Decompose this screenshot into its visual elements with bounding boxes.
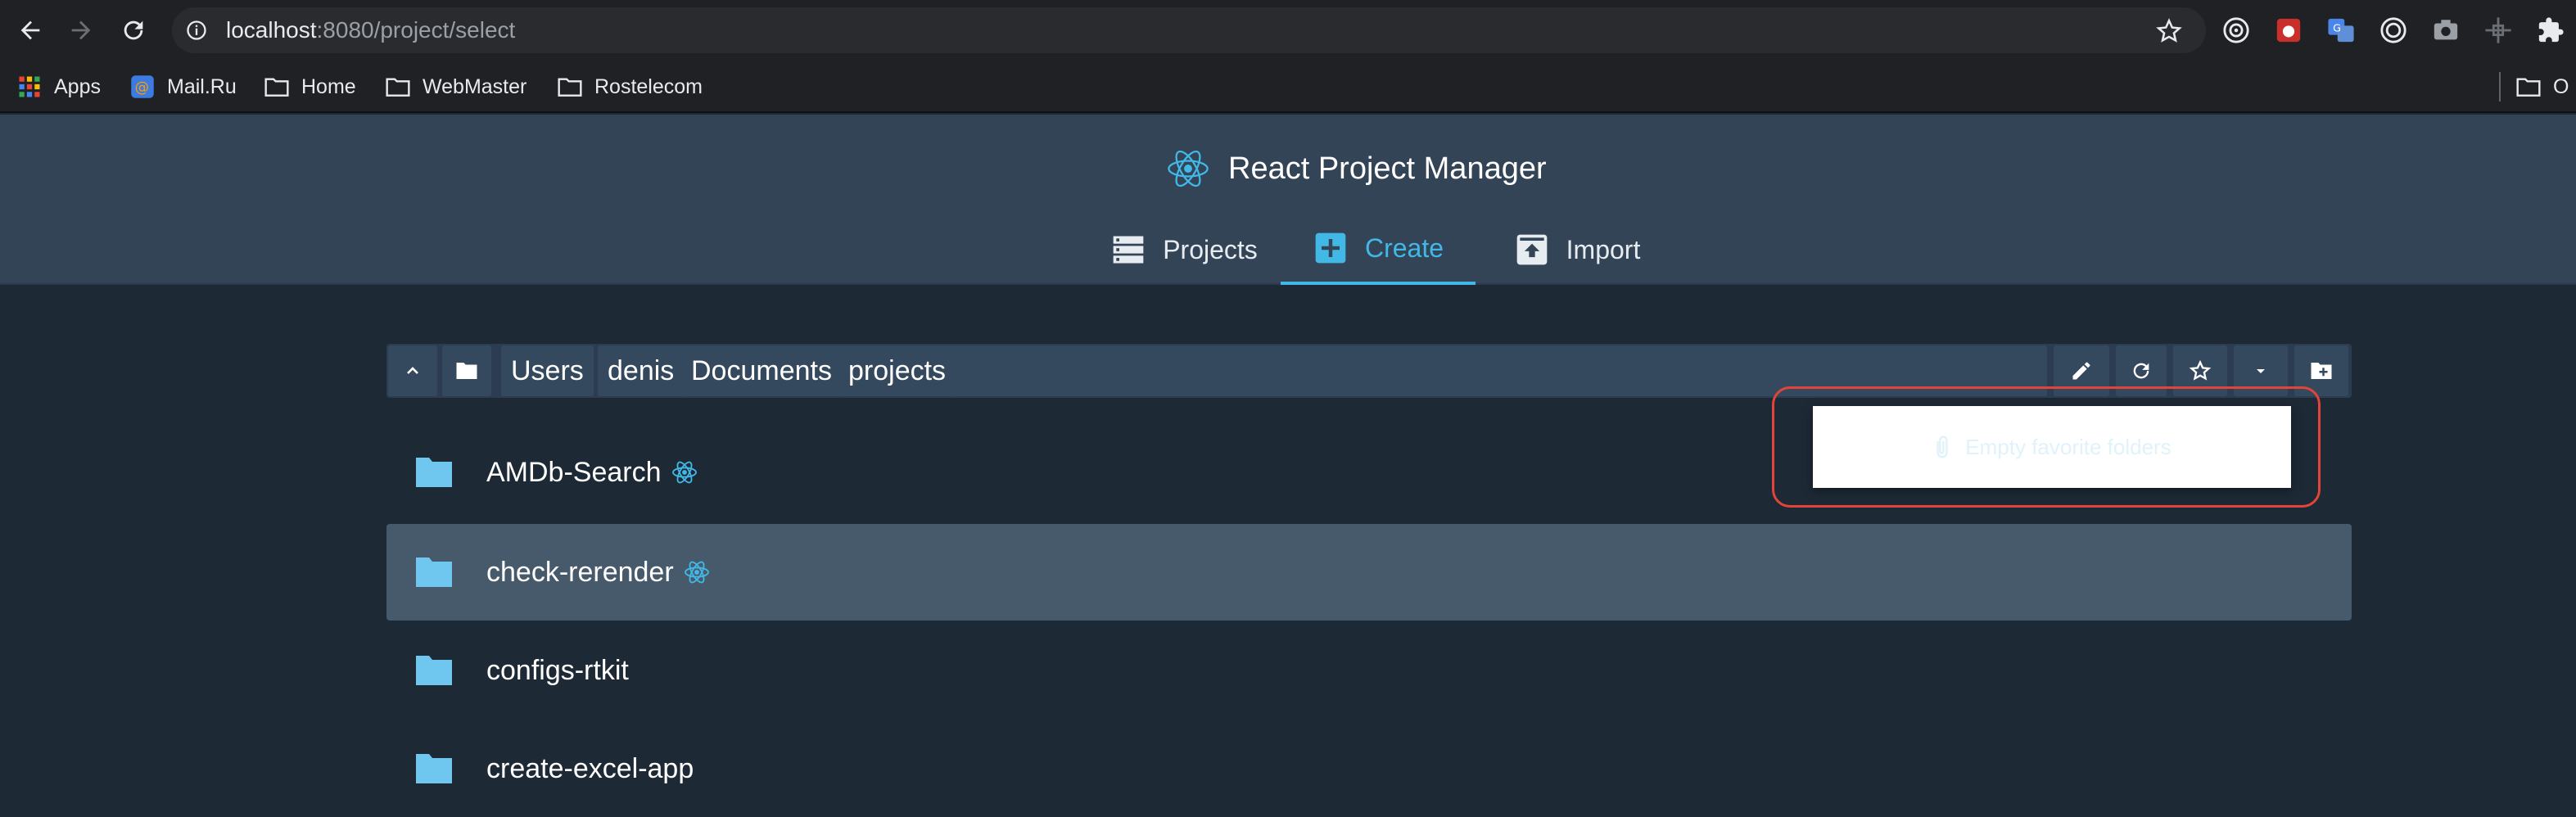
bookmark-label: Apps — [54, 74, 101, 98]
new-folder-button[interactable] — [2294, 345, 2348, 396]
extension-bug-icon[interactable] — [2273, 15, 2304, 46]
svg-text:G: G — [2333, 22, 2341, 34]
star-outline-icon — [2189, 359, 2212, 381]
folder-icon — [416, 656, 452, 685]
folder-icon — [416, 458, 452, 487]
extension-target-icon[interactable] — [2221, 15, 2252, 46]
breadcrumb-users[interactable]: Users — [501, 345, 594, 396]
favorites-empty-message: Empty favorite folders — [1932, 434, 2172, 460]
breadcrumb-documents[interactable]: Documents — [681, 345, 842, 396]
tab-create[interactable]: Create — [1281, 214, 1476, 285]
tab-projects[interactable]: Projects — [1089, 214, 1279, 285]
paperclip-icon — [1937, 436, 1948, 458]
favorites-dropdown: Empty favorite folders — [1813, 406, 2291, 488]
refresh-icon — [2133, 363, 2149, 379]
url-text: localhost:8080/project/select — [226, 16, 515, 45]
app-title: React Project Manager — [1228, 151, 1547, 186]
url-host: localhost — [226, 17, 317, 43]
forward-button[interactable] — [59, 8, 103, 52]
breadcrumb-filler — [953, 345, 2047, 396]
parent-folder-button[interactable] — [388, 345, 437, 396]
favorites-empty-text: Empty favorite folders — [1965, 434, 2172, 459]
tab-label: Projects — [1163, 234, 1258, 264]
caret-down-icon — [2257, 369, 2265, 373]
root-folder-button[interactable] — [442, 345, 491, 396]
react-logo-icon — [1168, 150, 1209, 187]
reload-button[interactable] — [111, 8, 156, 52]
react-project-icon — [671, 461, 697, 484]
tab-label: Create — [1364, 232, 1444, 263]
folder-icon — [416, 754, 452, 783]
breadcrumb-denis[interactable]: denis — [598, 345, 685, 396]
url-path: :8080/project/select — [316, 17, 516, 43]
chevron-up-icon — [407, 367, 418, 374]
bookmark-mailru[interactable]: @ Mail.Ru — [129, 69, 237, 105]
back-button[interactable] — [8, 8, 52, 52]
bookmark-apps[interactable]: Apps — [16, 69, 101, 105]
bookmarks-divider — [2499, 72, 2501, 102]
bookmark-webmaster[interactable]: WebMaster — [385, 69, 526, 105]
refresh-button[interactable] — [2116, 345, 2167, 396]
svg-text:@: @ — [135, 79, 150, 96]
bookmark-label: O — [2553, 74, 2569, 98]
breadcrumb-projects[interactable]: projects — [838, 345, 956, 396]
folder-icon — [557, 74, 583, 100]
folder-icon — [456, 363, 477, 379]
bookmark-home[interactable]: Home — [264, 69, 356, 105]
folder-explorer-toolbar: Users denis Documents projects — [386, 344, 2352, 398]
pencil-icon — [2072, 362, 2090, 380]
info-icon[interactable] — [185, 19, 208, 42]
favorite-button[interactable] — [2173, 345, 2227, 396]
bookmark-other[interactable]: O — [2515, 69, 2569, 105]
extensions-puzzle-icon[interactable] — [2535, 15, 2566, 46]
folder-row[interactable]: create-excel-app — [386, 720, 2352, 817]
browser-toolbar: localhost:8080/project/select G — [0, 0, 2576, 61]
folder-row[interactable]: check-rerender — [386, 524, 2352, 621]
extension-camera-icon[interactable] — [2430, 15, 2461, 46]
reload-icon — [124, 20, 143, 40]
extension-translate-icon[interactable]: G — [2325, 15, 2357, 46]
mailru-icon: @ — [129, 74, 156, 100]
edit-path-button[interactable] — [2054, 345, 2109, 396]
new-folder-icon — [2311, 363, 2332, 379]
favorites-dropdown-button[interactable] — [2234, 345, 2288, 396]
folder-name: create-excel-app — [486, 752, 694, 784]
folder-icon — [385, 74, 411, 100]
address-bar[interactable]: localhost:8080/project/select — [172, 7, 2206, 53]
extension-react-devtools-icon[interactable] — [2378, 15, 2409, 46]
bookmark-label: Home — [301, 74, 356, 98]
folder-icon — [264, 74, 290, 100]
folder-icon — [416, 557, 452, 587]
bookmarks-bar: Apps @ Mail.Ru Home WebMaster Rostelecom… — [0, 61, 2576, 113]
plus-box-icon — [1315, 232, 1346, 264]
folder-name: AMDb-Search — [486, 456, 662, 488]
bookmark-label: Mail.Ru — [167, 74, 237, 98]
back-arrow-icon — [20, 20, 40, 40]
extension-crosshair-icon[interactable] — [2483, 15, 2514, 46]
folder-icon — [2515, 74, 2542, 100]
bookmark-label: Rostelecom — [594, 74, 703, 98]
forward-arrow-icon — [71, 20, 91, 40]
list-icon — [1113, 236, 1144, 264]
tab-label: Import — [1566, 234, 1641, 264]
bookmark-rostelecom[interactable]: Rostelecom — [557, 69, 703, 105]
app-header: React Project Manager Projects Create Im… — [0, 115, 2576, 285]
react-project-icon — [684, 561, 709, 584]
bookmark-label: WebMaster — [423, 74, 527, 98]
folder-name: configs-rtkit — [486, 654, 629, 686]
folder-row[interactable]: configs-rtkit — [386, 622, 2352, 719]
folder-name: check-rerender — [486, 556, 674, 588]
unarchive-icon — [1516, 234, 1547, 265]
tab-import[interactable]: Import — [1489, 214, 1665, 285]
bookmark-star-icon[interactable] — [2155, 17, 2183, 45]
brand: React Project Manager — [1166, 142, 1547, 195]
apps-grid-icon — [16, 74, 43, 100]
